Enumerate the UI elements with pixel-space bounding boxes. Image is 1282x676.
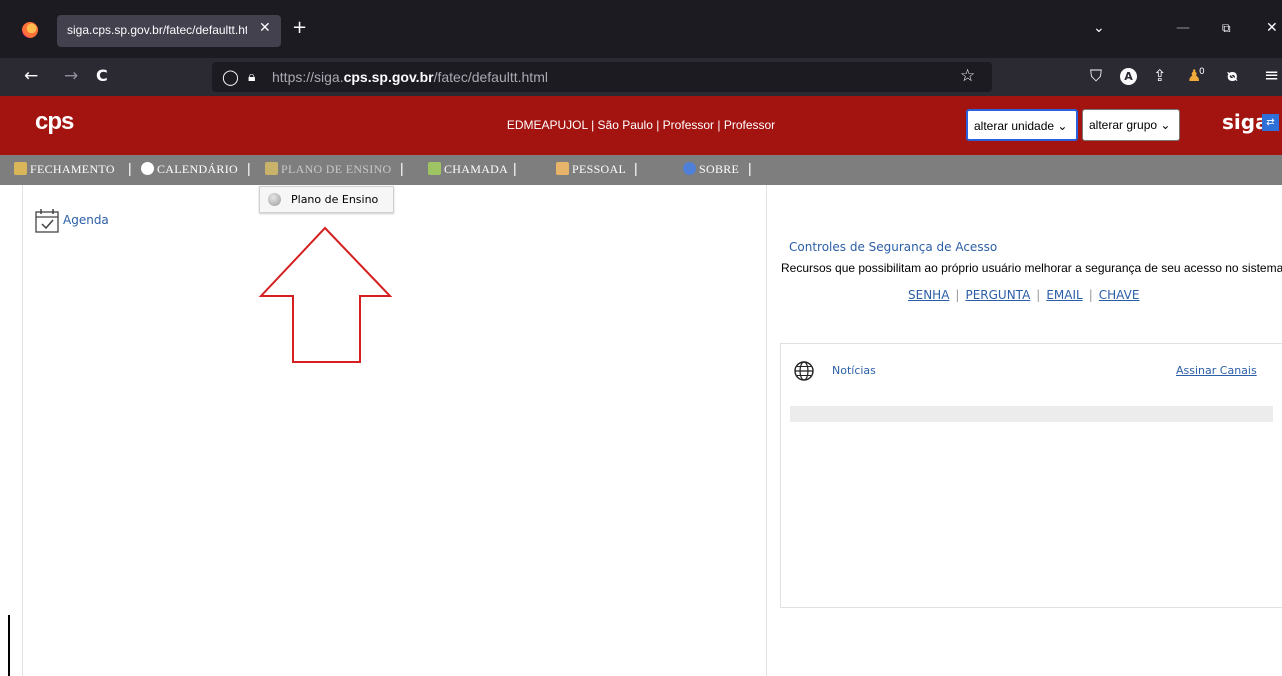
main-menu: FECHAMENTO | CALENDÁRIO | PLANO DE ENSIN…	[0, 155, 1282, 185]
people-icon	[556, 162, 569, 175]
news-title: Notícias	[832, 364, 876, 377]
user-info-text: EDMEAPUJOL | São Paulo | Professor | Pro…	[506, 118, 776, 132]
bookmark-star-icon[interactable]: ☆	[960, 66, 975, 86]
up-arrow-annotation	[258, 226, 393, 363]
pergunta-link[interactable]: PERGUNTA	[965, 288, 1030, 302]
app-root: siga.cps.sp.gov.br/fatec/defaultt.html ✕…	[0, 0, 1282, 676]
left-edge-mark	[8, 615, 10, 676]
left-panel-border	[22, 185, 23, 676]
cube-icon	[268, 193, 281, 206]
tab-close-icon[interactable]: ✕	[259, 20, 271, 36]
menu-chamada-label: CHAMADA	[444, 162, 509, 176]
menu-separator: |	[128, 160, 132, 176]
unit-select-value: alterar unidade	[974, 119, 1055, 133]
menu-calendario-label: CALENDÁRIO	[157, 162, 238, 176]
security-description: Recursos que possibilitam ao próprio usu…	[781, 261, 1282, 275]
app-menu-icon[interactable]: ≡	[1264, 66, 1279, 86]
security-links: SENHA | PERGUNTA | EMAIL | CHAVE	[908, 288, 1139, 302]
close-window-button[interactable]: ✕	[1266, 20, 1278, 36]
menu-separator: |	[400, 160, 404, 176]
agenda-link[interactable]: Agenda	[63, 213, 109, 227]
link-separator: |	[1036, 288, 1041, 302]
calendar-icon	[14, 162, 27, 175]
menu-fechamento[interactable]: FECHAMENTO	[14, 162, 115, 177]
url-text[interactable]: https://siga.cps.sp.gov.br/fatec/default…	[272, 69, 548, 85]
browser-nav-bar: ← → C ◯ 🔒︎ https://siga.cps.sp.gov.br/fa…	[0, 58, 1282, 96]
browser-tab-bar: siga.cps.sp.gov.br/fatec/defaultt.html ✕…	[0, 0, 1282, 58]
link-separator: |	[955, 288, 960, 302]
plano-de-ensino-submenu: Plano de Ensino	[259, 186, 394, 213]
menu-separator: |	[247, 160, 251, 176]
lock-icon[interactable]: 🔒︎	[248, 67, 255, 87]
back-button[interactable]: ←	[24, 66, 38, 86]
menu-separator: |	[513, 160, 517, 176]
menu-sobre[interactable]: SOBRE	[683, 162, 739, 177]
minimize-button[interactable]: —	[1176, 20, 1190, 36]
menu-plano-de-ensino[interactable]: PLANO DE ENSINO	[265, 162, 392, 177]
siga-header: cps EDMEAPUJOL | São Paulo | Professor |…	[0, 96, 1282, 155]
menu-chamada[interactable]: CHAMADA	[428, 162, 508, 177]
group-select-value: alterar grupo	[1089, 118, 1158, 132]
chave-link[interactable]: CHAVE	[1099, 288, 1140, 302]
chevron-down-icon: ⌄	[1160, 118, 1171, 132]
agenda-calendar-icon[interactable]	[34, 208, 60, 234]
browser-tab-active[interactable]: siga.cps.sp.gov.br/fatec/defaultt.html ✕	[57, 15, 281, 47]
senha-link[interactable]: SENHA	[908, 288, 949, 302]
reload-button[interactable]: C	[96, 66, 108, 86]
new-tab-button[interactable]: +	[292, 18, 307, 38]
extension-badge: 0	[1199, 67, 1205, 77]
menu-plano-label: PLANO DE ENSINO	[281, 162, 392, 176]
tab-title: siga.cps.sp.gov.br/fatec/defaultt.html	[67, 23, 247, 37]
pocket-icon[interactable]: ⛉	[1090, 66, 1102, 86]
link-separator: |	[1088, 288, 1093, 302]
restore-button[interactable]: ⧉	[1222, 20, 1231, 36]
menu-pessoal-label: PESSOAL	[572, 162, 627, 176]
menu-pessoal[interactable]: PESSOAL	[556, 162, 626, 177]
news-panel: Notícias Assinar Canais	[780, 343, 1282, 608]
email-link[interactable]: EMAIL	[1046, 288, 1082, 302]
sync-icon[interactable]: ᴓ	[1227, 66, 1238, 86]
menu-separator: |	[748, 160, 752, 176]
list-tabs-chevron-icon[interactable]: ⌄	[1093, 20, 1105, 36]
menu-calendario[interactable]: CALENDÁRIO	[141, 162, 238, 177]
submenu-item-label: Plano de Ensino	[291, 193, 379, 206]
globe-icon	[794, 361, 814, 381]
right-panel-border	[766, 185, 767, 676]
firefox-icon[interactable]	[22, 22, 38, 38]
help-icon	[683, 162, 696, 175]
siga-switch-icon[interactable]: ⇄	[1262, 114, 1279, 131]
menu-fechamento-label: FECHAMENTO	[30, 162, 115, 176]
news-content-strip	[790, 406, 1273, 422]
group-select[interactable]: alterar grupo ⌄	[1082, 109, 1180, 141]
clock-icon	[141, 162, 154, 175]
calendar-check-icon	[428, 162, 441, 175]
share-icon[interactable]: ⇪	[1153, 66, 1166, 86]
chart-icon	[265, 162, 278, 175]
security-title: Controles de Segurança de Acesso	[789, 240, 998, 254]
account-icon[interactable]: A	[1120, 68, 1137, 85]
forward-button[interactable]: →	[64, 66, 78, 86]
menu-separator: |	[634, 160, 638, 176]
chevron-down-icon: ⌄	[1057, 119, 1068, 133]
menu-sobre-label: SOBRE	[699, 162, 740, 176]
url-bar[interactable]: ◯ 🔒︎ https://siga.cps.sp.gov.br/fatec/de…	[212, 62, 992, 92]
unit-select[interactable]: alterar unidade ⌄	[966, 109, 1078, 141]
tracking-shield-icon[interactable]: ◯	[222, 67, 239, 87]
subscribe-channels-link[interactable]: Assinar Canais	[1176, 364, 1257, 377]
